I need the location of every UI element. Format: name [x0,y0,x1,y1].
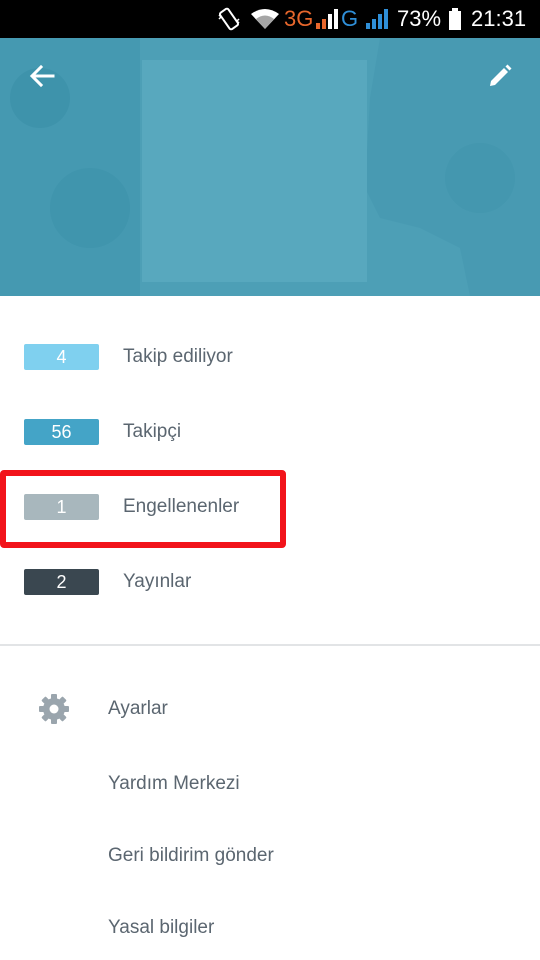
legal-label: Yasal bilgiler [108,917,215,938]
menu-item-help-center[interactable]: Yardım Merkezi [0,756,540,812]
help-center-label: Yardım Merkezi [108,773,240,794]
back-button[interactable] [20,58,64,94]
stat-row-followers[interactable]: 56 Takipçi [0,402,540,462]
profile-header [0,38,540,296]
status-bar: 3G G 73% 21:31 [0,0,540,38]
divider [0,644,540,646]
send-feedback-label: Geri bildirim gönder [108,845,274,866]
clock: 21:31 [471,6,527,31]
blocked-count-badge: 1 [24,494,99,520]
network-g-label: G [341,6,359,31]
followers-count-badge: 56 [24,419,99,445]
stat-row-following[interactable]: 4 Takip ediliyor [0,327,540,387]
pencil-icon [490,64,512,86]
battery-icon [448,0,462,38]
battery-percent: 73% [397,6,442,31]
blocked-label: Engellenenler [123,496,240,517]
stat-row-blocked[interactable]: 1 Engellenenler [0,477,540,537]
following-label: Takip ediliyor [123,346,233,367]
arrow-left-icon [29,64,55,88]
edit-profile-button[interactable] [478,58,522,94]
posts-count-badge: 2 [24,569,99,595]
settings-label: Ayarlar [108,698,168,719]
gear-icon [39,694,69,724]
signal-icon [315,0,339,38]
header-background [0,38,540,296]
followers-label: Takipçi [123,421,182,442]
menu-item-legal[interactable]: Yasal bilgiler [0,900,540,956]
phone-vibrate-icon [216,0,242,38]
menu-item-settings[interactable]: Ayarlar [0,681,540,737]
network-3g-label: 3G [284,6,314,31]
following-count-badge: 4 [24,344,99,370]
posts-label: Yayınlar [123,571,192,592]
wifi-icon [250,0,280,38]
stat-row-posts[interactable]: 2 Yayınlar [0,552,540,612]
signal-icon [365,0,389,38]
menu-item-send-feedback[interactable]: Geri bildirim gönder [0,828,540,884]
